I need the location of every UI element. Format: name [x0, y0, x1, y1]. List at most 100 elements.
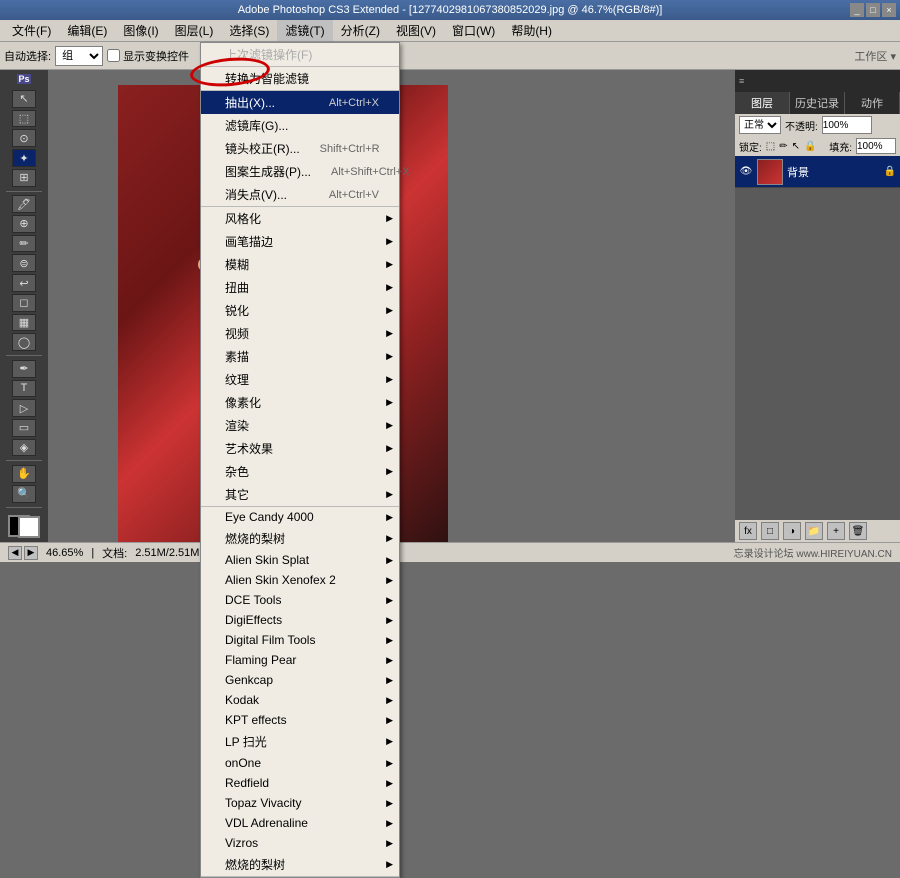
tool-magic-wand[interactable]: ✦: [12, 149, 36, 167]
filter-eye-candy[interactable]: Eye Candy 4000: [201, 507, 399, 527]
filter-video[interactable]: 视频: [201, 322, 399, 345]
tool-lasso[interactable]: ⊙: [12, 129, 36, 147]
layer-visibility-icon[interactable]: 👁: [739, 165, 753, 179]
filter-alien-splat[interactable]: Alien Skin Splat: [201, 550, 399, 570]
filter-dce[interactable]: DCE Tools: [201, 590, 399, 610]
color-swatches[interactable]: [8, 515, 40, 538]
filter-vizros[interactable]: Vizros: [201, 833, 399, 853]
filter-redfield[interactable]: Redfield: [201, 773, 399, 793]
opacity-input[interactable]: [822, 116, 872, 134]
minimize-button[interactable]: _: [850, 3, 864, 17]
menu-layer[interactable]: 图层(L): [167, 20, 222, 41]
nav-next-button[interactable]: ▶: [24, 546, 38, 560]
maximize-button[interactable]: □: [866, 3, 880, 17]
tool-eraser[interactable]: ◻: [12, 294, 36, 312]
filter-kpt[interactable]: KPT effects: [201, 710, 399, 730]
close-button[interactable]: ×: [882, 3, 896, 17]
filter-lp[interactable]: LP 扫光: [201, 730, 399, 753]
tool-gradient[interactable]: ▦: [12, 314, 36, 332]
filter-genkcap[interactable]: Genkcap: [201, 670, 399, 690]
menu-filter[interactable]: 滤镜(T): [277, 20, 332, 41]
lock-paint-icon[interactable]: ✏: [779, 141, 787, 152]
filter-pattern-gen[interactable]: 图案生成器(P)... Alt+Shift+Ctrl+X: [201, 160, 399, 183]
tool-path-select[interactable]: ▷: [12, 399, 36, 417]
tool-brush[interactable]: ✏: [12, 235, 36, 253]
tool-pen[interactable]: ✒: [12, 360, 36, 378]
filter-flaming-pear[interactable]: Flaming Pear: [201, 650, 399, 670]
panel-expand-icon[interactable]: ≡: [739, 76, 744, 86]
tool-type[interactable]: T: [12, 380, 36, 398]
menu-view[interactable]: 视图(V): [388, 20, 444, 41]
filter-vanish[interactable]: 消失点(V)... Alt+Ctrl+V: [201, 183, 399, 206]
filter-pixelate[interactable]: 像素化: [201, 391, 399, 414]
filter-lens-correct[interactable]: 镜头校正(R)... Shift+Ctrl+R: [201, 137, 399, 160]
auto-select-dropdown[interactable]: 组 图层: [55, 46, 103, 66]
filter-other[interactable]: 其它: [201, 483, 399, 506]
nav-prev-button[interactable]: ◀: [8, 546, 22, 560]
filter-section-4: 风格化 画笔描边 模糊 扭曲 锐化 视频 素描 纹理 像素化 渲染 艺术效果 杂…: [201, 207, 399, 507]
filter-noise[interactable]: 杂色: [201, 460, 399, 483]
filter-section-2: 转换为智能滤镜: [201, 67, 399, 91]
doc-size: 2.51M/2.51M: [135, 547, 199, 559]
filter-gallery[interactable]: 滤镜库(G)...: [201, 114, 399, 137]
menu-window[interactable]: 窗口(W): [444, 20, 503, 41]
filter-render[interactable]: 渲染: [201, 414, 399, 437]
tool-selection[interactable]: ⬚: [12, 110, 36, 128]
filter-sketch[interactable]: 素描: [201, 345, 399, 368]
lock-all-icon[interactable]: 🔒: [804, 141, 816, 152]
layer-delete-button[interactable]: 🗑: [849, 522, 867, 540]
right-panel: ≡ 图层 历史记录 动作 正常 不透明: 锁定: [735, 70, 900, 542]
tool-stamp[interactable]: ⊜: [12, 254, 36, 272]
show-transform-checkbox[interactable]: [107, 49, 120, 62]
filter-digieffects[interactable]: DigiEffects: [201, 610, 399, 630]
filter-vdl[interactable]: VDL Adrenaline: [201, 813, 399, 833]
tool-3d[interactable]: ◈: [12, 439, 36, 457]
filter-distort[interactable]: 扭曲: [201, 276, 399, 299]
filter-alien-xenofex[interactable]: Alien Skin Xenofex 2: [201, 570, 399, 590]
menu-help[interactable]: 帮助(H): [503, 20, 560, 41]
layer-new-button[interactable]: +: [827, 522, 845, 540]
menu-analysis[interactable]: 分析(Z): [333, 20, 388, 41]
filter-brush[interactable]: 画笔描边: [201, 230, 399, 253]
tool-history-brush[interactable]: ↩: [12, 274, 36, 292]
tool-eyedropper[interactable]: 🖊: [12, 195, 36, 213]
filter-onone[interactable]: onOne: [201, 753, 399, 773]
tab-history[interactable]: 历史记录: [790, 92, 845, 114]
tool-move[interactable]: ↖: [12, 90, 36, 108]
layer-mask-button[interactable]: □: [761, 522, 779, 540]
tool-crop[interactable]: ⊞: [12, 169, 36, 187]
tab-actions[interactable]: 动作: [845, 92, 900, 114]
fill-input[interactable]: [856, 138, 896, 154]
background-color[interactable]: [18, 516, 40, 538]
filter-stylize[interactable]: 风格化: [201, 207, 399, 230]
filter-texture[interactable]: 纹理: [201, 368, 399, 391]
filter-burn-pear2[interactable]: 燃烧的梨树: [201, 853, 399, 876]
filter-kodak[interactable]: Kodak: [201, 690, 399, 710]
layer-adjustment-button[interactable]: ◑: [783, 522, 801, 540]
filter-digital-film[interactable]: Digital Film Tools: [201, 630, 399, 650]
layer-style-button[interactable]: fx: [739, 522, 757, 540]
menu-select[interactable]: 选择(S): [221, 20, 277, 41]
layer-group-button[interactable]: 📁: [805, 522, 823, 540]
filter-convert-smart[interactable]: 转换为智能滤镜: [201, 67, 399, 90]
lock-transparent-icon[interactable]: ⬚: [766, 141, 775, 152]
layer-item-background[interactable]: 👁 背景 🔒: [735, 156, 900, 188]
filter-topaz[interactable]: Topaz Vivacity: [201, 793, 399, 813]
tool-shape[interactable]: ▭: [12, 419, 36, 437]
filter-art[interactable]: 艺术效果: [201, 437, 399, 460]
tool-dodge[interactable]: ◯: [12, 333, 36, 351]
filter-blur[interactable]: 模糊: [201, 253, 399, 276]
filter-last[interactable]: 上次滤镜操作(F): [201, 43, 399, 66]
filter-sharpen[interactable]: 锐化: [201, 299, 399, 322]
tool-zoom[interactable]: 🔍: [12, 485, 36, 503]
menu-image[interactable]: 图像(I): [115, 20, 166, 41]
menu-file[interactable]: 文件(F): [4, 20, 59, 41]
lock-move-icon[interactable]: ↖: [792, 141, 800, 152]
tool-hand[interactable]: ✋: [12, 465, 36, 483]
filter-burn-pear[interactable]: 燃烧的梨树: [201, 527, 399, 550]
tool-heal[interactable]: ⊕: [12, 215, 36, 233]
menu-edit[interactable]: 编辑(E): [59, 20, 115, 41]
blend-mode-select[interactable]: 正常: [739, 116, 781, 134]
filter-extract[interactable]: 抽出(X)... Alt+Ctrl+X: [201, 91, 399, 114]
tab-layers[interactable]: 图层: [735, 92, 790, 114]
